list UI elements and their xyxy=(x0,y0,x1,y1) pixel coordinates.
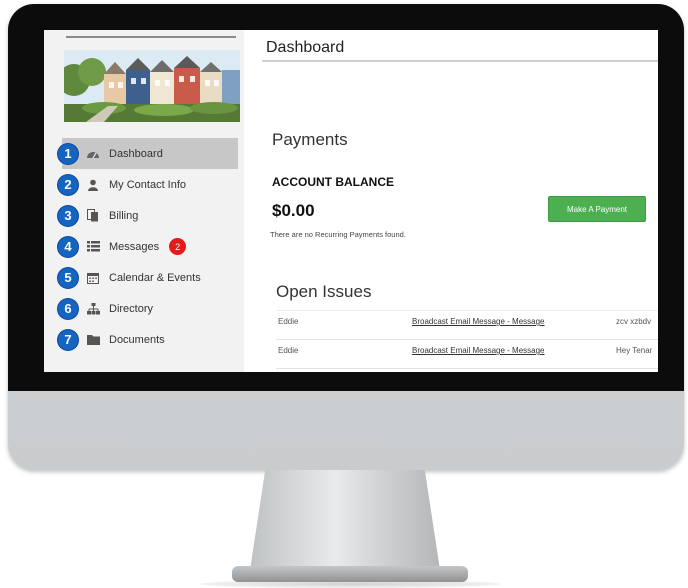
sidebar-item-label: Directory xyxy=(109,302,154,315)
sidebar-item-contact-info[interactable]: 2 My Contact Info xyxy=(58,169,238,200)
sidebar: 1 Dashboard 2 My Contact Info 3 Billing xyxy=(44,30,244,372)
table-row[interactable]: Eddie Broadcast Email Message - Message … xyxy=(276,340,658,369)
monitor-stand-neck xyxy=(250,470,440,570)
sidebar-item-label: My Contact Info xyxy=(109,178,187,191)
main-content: Dashboard Payments ACCOUNT BALANCE $0.00… xyxy=(244,30,658,372)
issue-subject-link[interactable]: Broadcast Email Message - Message xyxy=(412,317,545,326)
title-divider xyxy=(262,60,658,62)
step-number-badge: 3 xyxy=(58,205,78,226)
sidebar-item-label: Billing xyxy=(109,209,139,222)
step-number-badge: 6 xyxy=(58,298,78,319)
sidebar-item-messages[interactable]: 4 Messages 2 xyxy=(58,231,238,262)
make-payment-button[interactable]: Make A Payment xyxy=(548,196,646,222)
sidebar-item-billing[interactable]: 3 Billing xyxy=(58,200,238,231)
step-number-badge: 1 xyxy=(58,143,78,164)
sidebar-item-documents[interactable]: 7 Documents xyxy=(58,324,238,355)
sidebar-item-dashboard[interactable]: 1 Dashboard xyxy=(58,138,238,169)
step-number-badge: 4 xyxy=(58,236,78,257)
issue-author: Eddie xyxy=(278,317,299,326)
billing-icon xyxy=(85,209,101,223)
sidebar-item-label: Calendar & Events xyxy=(109,271,201,284)
recurring-payments-note: There are no Recurring Payments found. xyxy=(270,230,406,239)
sitemap-icon xyxy=(85,302,101,316)
account-balance-value: $0.00 xyxy=(272,201,315,220)
page-title: Dashboard xyxy=(266,39,345,56)
sidebar-item-label: Messages xyxy=(109,240,160,253)
issue-preview: zcv xzbdv xyxy=(616,317,652,326)
monitor-stand-base xyxy=(232,566,468,582)
payments-heading: Payments xyxy=(272,130,348,149)
monitor-screen: 1 Dashboard 2 My Contact Info 3 Billing xyxy=(44,30,658,372)
user-icon xyxy=(85,178,101,192)
sidebar-item-label: Dashboard xyxy=(109,147,163,160)
sidebar-nav: 1 Dashboard 2 My Contact Info 3 Billing xyxy=(58,138,238,355)
community-photo xyxy=(64,50,240,122)
issue-author: Eddie xyxy=(278,346,299,355)
step-number-badge: 5 xyxy=(58,267,78,288)
sidebar-divider xyxy=(66,36,236,38)
dashboard-icon xyxy=(85,147,101,161)
open-issues-table: Eddie Broadcast Email Message - Message … xyxy=(276,310,658,369)
community-photo-illustration xyxy=(64,50,240,122)
list-icon xyxy=(85,240,101,254)
issue-preview: Hey Tenar xyxy=(616,346,653,355)
sidebar-item-calendar[interactable]: 5 Calendar & Events xyxy=(58,262,238,293)
step-number-badge: 7 xyxy=(58,329,78,350)
account-balance-label: ACCOUNT BALANCE xyxy=(272,175,394,189)
open-issues-heading: Open Issues xyxy=(276,282,372,301)
folder-icon xyxy=(85,333,101,347)
issue-subject-link[interactable]: Broadcast Email Message - Message xyxy=(412,346,545,355)
table-row[interactable]: Eddie Broadcast Email Message - Message … xyxy=(276,310,658,340)
unread-count-badge: 2 xyxy=(169,238,187,255)
calendar-icon xyxy=(85,271,101,285)
sidebar-item-label: Documents xyxy=(109,333,165,346)
step-number-badge: 2 xyxy=(58,174,78,195)
sidebar-item-directory[interactable]: 6 Directory xyxy=(58,293,238,324)
